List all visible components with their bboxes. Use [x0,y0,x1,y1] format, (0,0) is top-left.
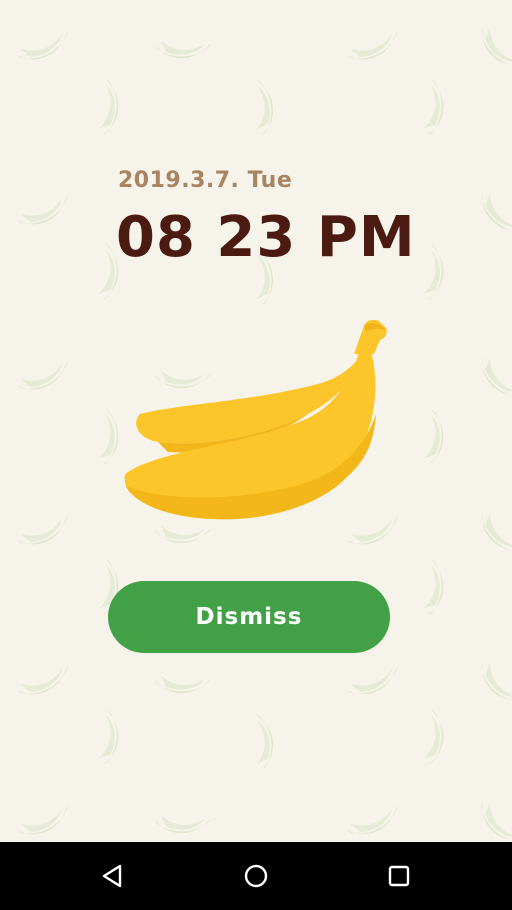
banana-illustration [124,319,387,520]
system-navigation-bar [0,842,512,910]
dismiss-button[interactable]: Dismiss [108,581,390,653]
recents-square-icon[interactable] [379,856,419,896]
home-circle-icon[interactable] [236,856,276,896]
alarm-time: 08 23 PM [116,205,416,270]
alarm-content: 2019.3.7. Tue 08 23 PM Dismiss [0,0,512,842]
alarm-date: 2019.3.7. Tue [118,168,293,193]
back-triangle-icon[interactable] [93,856,133,896]
alarm-screen: 2019.3.7. Tue 08 23 PM Dismiss [0,0,512,910]
